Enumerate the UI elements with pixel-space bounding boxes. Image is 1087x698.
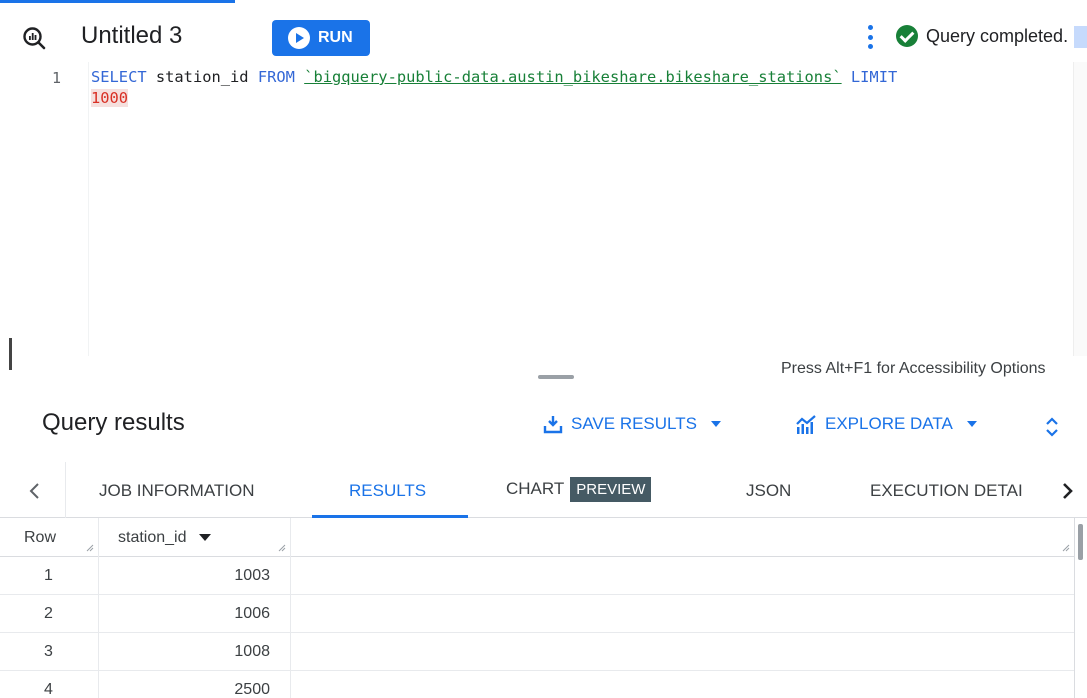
arrow-drop-down-icon[interactable] — [198, 534, 211, 541]
tab-job-information[interactable]: JOB INFORMATION — [99, 481, 255, 501]
save-results-button[interactable]: SAVE RESULTS — [543, 414, 721, 434]
row-number-cell: 2 — [0, 595, 99, 633]
chevron-right-icon[interactable] — [1060, 480, 1076, 502]
editor-scrollbar-thumb[interactable] — [1074, 26, 1087, 48]
status-text: Query completed. — [926, 25, 1069, 46]
text-cursor — [9, 338, 12, 370]
bigquery-logo-icon — [23, 27, 46, 50]
column-header-station-id[interactable]: station_id — [99, 518, 291, 557]
row-number-cell: 4 — [0, 671, 99, 698]
code-space-2 — [842, 68, 851, 86]
table-row[interactable]: 1 1003 — [0, 557, 1074, 595]
row-number: 3 — [44, 643, 53, 660]
station-id-cell[interactable]: 1006 — [99, 595, 291, 633]
limit-value: 1000 — [91, 89, 129, 107]
tab-divider — [65, 462, 66, 518]
table-header: Row station_id — [0, 518, 1074, 557]
row-number: 1 — [44, 567, 53, 584]
active-tab-indicator — [0, 0, 235, 3]
query-editor-header: Untitled 3 RUN Query completed. — [0, 6, 1087, 62]
column-header-row: Row — [0, 518, 99, 557]
dropdown-caret-icon — [966, 421, 977, 427]
table-scrollbar-thumb[interactable] — [1078, 524, 1083, 560]
column-resize-icon[interactable] — [1062, 544, 1070, 552]
results-title: Query results — [42, 409, 185, 436]
accessibility-hint: Press Alt+F1 for Accessibility Options — [781, 360, 1046, 377]
results-tabs: JOB INFORMATION RESULTS CHART PREVIEW JSO… — [0, 462, 1087, 518]
code-area[interactable]: SELECT station_id FROM `bigquery-public-… — [88, 62, 1073, 356]
query-status: Query completed. — [896, 25, 1068, 47]
more-vert-icon[interactable] — [862, 22, 878, 52]
station-id-cell[interactable]: 1003 — [99, 557, 291, 595]
sql-code[interactable]: SELECT station_id FROM `bigquery-public-… — [91, 67, 1066, 109]
download-icon — [543, 416, 563, 434]
tab-results[interactable]: RESULTS — [349, 481, 426, 501]
table-reference[interactable]: `bigquery-public-data.austin_bikeshare.b… — [304, 68, 841, 86]
check-circle-icon — [896, 25, 918, 47]
chevron-left-icon[interactable] — [26, 480, 44, 502]
column-header-label: Row — [24, 528, 57, 546]
column-header-spacer — [291, 518, 1074, 557]
explore-data-label: EXPLORE DATA — [825, 414, 953, 433]
column-header-label: station_id — [118, 528, 187, 546]
sql-editor[interactable]: 1 SELECT station_id FROM `bigquery-publi… — [0, 62, 1087, 356]
row-number-cell: 3 — [0, 633, 99, 671]
tab-json[interactable]: JSON — [746, 481, 791, 501]
dropdown-caret-icon — [710, 421, 721, 427]
column-resize-icon[interactable] — [278, 544, 286, 552]
tab-execution-details[interactable]: EXECUTION DETAILS — [870, 481, 1023, 501]
line-number: 1 — [52, 69, 62, 87]
editor-scrollbar[interactable] — [1073, 62, 1087, 356]
run-button[interactable]: RUN — [272, 20, 370, 56]
tab-chart[interactable]: CHART PREVIEW — [506, 477, 652, 502]
query-tab-title[interactable]: Untitled 3 — [81, 22, 182, 50]
preview-badge: PREVIEW — [570, 477, 652, 502]
editor-resize-handle[interactable] — [538, 375, 574, 379]
tab-chart-label: CHART — [506, 478, 565, 498]
keyword-select: SELECT — [91, 68, 147, 86]
run-label: RUN — [318, 29, 353, 46]
station-id-cell[interactable]: 2500 — [99, 671, 291, 698]
keyword-limit: LIMIT — [850, 68, 898, 86]
station-id-cell[interactable]: 1008 — [99, 633, 291, 671]
table-row[interactable]: 4 2500 — [0, 671, 1074, 698]
line-gutter: 1 — [0, 62, 88, 356]
results-table: Row station_id 1 1003 2 1006 3 1008 4 25… — [0, 518, 1074, 698]
column-name: station_id — [146, 68, 258, 86]
row-number: 2 — [44, 605, 53, 622]
row-number: 4 — [44, 681, 53, 698]
table-row[interactable]: 2 1006 — [0, 595, 1074, 633]
row-number-cell: 1 — [0, 557, 99, 595]
column-resize-icon[interactable] — [86, 544, 94, 552]
table-row[interactable]: 3 1008 — [0, 633, 1074, 671]
keyword-from: FROM — [257, 68, 295, 86]
explore-data-button[interactable]: EXPLORE DATA — [795, 414, 977, 434]
play-icon — [288, 27, 310, 49]
insights-chart-icon — [796, 415, 816, 434]
save-results-label: SAVE RESULTS — [571, 414, 697, 433]
unfold-icon[interactable] — [1044, 415, 1060, 439]
